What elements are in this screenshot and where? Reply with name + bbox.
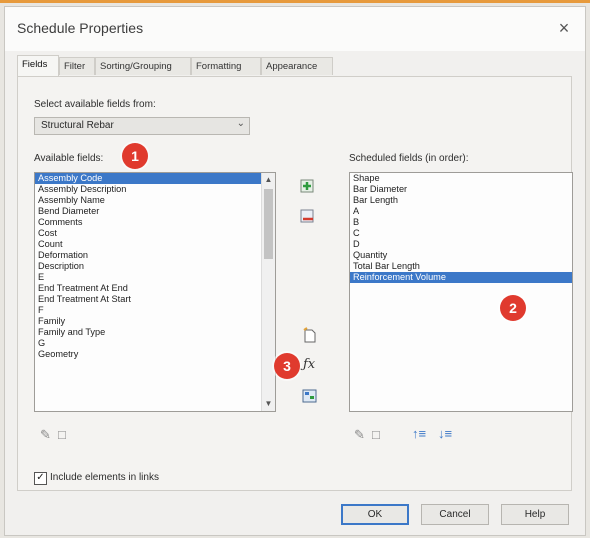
delete-scheduled-icon[interactable]: □ [372, 427, 380, 442]
tab-appearance[interactable]: Appearance [261, 57, 333, 75]
close-icon[interactable]: × [553, 17, 575, 39]
available-field-item[interactable]: End Treatment At End [35, 283, 275, 294]
tab-formatting[interactable]: Formatting [191, 57, 261, 75]
available-field-item[interactable]: G [35, 338, 275, 349]
edit-scheduled-icon[interactable]: ✎ [354, 427, 365, 443]
available-field-item[interactable]: End Treatment At Start [35, 294, 275, 305]
edit-parameter-icon[interactable]: ✎ [40, 427, 51, 443]
tab-fields[interactable]: Fields [17, 55, 59, 76]
scheduled-field-item[interactable]: A [350, 206, 572, 217]
dialog-title: Schedule Properties [17, 20, 144, 36]
available-field-item[interactable]: Assembly Description [35, 184, 275, 195]
scheduled-field-item[interactable]: Total Bar Length [350, 261, 572, 272]
callout-badge-2: 2 [500, 295, 526, 321]
available-field-item[interactable]: Cost [35, 228, 275, 239]
scheduled-field-item[interactable]: B [350, 217, 572, 228]
scroll-up-icon[interactable]: ▲ [262, 173, 275, 187]
scheduled-field-item[interactable]: D [350, 239, 572, 250]
available-fields-scrollbar[interactable]: ▲ ▼ [261, 173, 275, 411]
available-field-item[interactable]: Bend Diameter [35, 206, 275, 217]
remove-field-icon[interactable] [299, 207, 317, 225]
available-field-item[interactable]: Assembly Code [35, 173, 275, 184]
schedule-properties-dialog: Schedule Properties × Fields Filter Sort… [4, 6, 586, 536]
title-bar: Schedule Properties × [5, 7, 585, 51]
available-field-item[interactable]: E [35, 272, 275, 283]
available-field-item[interactable]: Family [35, 316, 275, 327]
tab-sorting-grouping[interactable]: Sorting/Grouping [95, 57, 191, 75]
available-field-item[interactable]: Deformation [35, 250, 275, 261]
select-fields-value: Structural Rebar [41, 120, 114, 131]
scheduled-fields-label: Scheduled fields (in order): [349, 153, 469, 164]
new-parameter-icon[interactable] [301, 327, 319, 345]
include-links-checkbox[interactable]: ✓ [34, 472, 47, 485]
cancel-button[interactable]: Cancel [421, 504, 489, 525]
fields-panel: Select available fields from: Structural… [17, 76, 573, 491]
available-field-item[interactable]: Geometry [35, 349, 275, 360]
chevron-down-icon: ⌄ [236, 118, 245, 129]
available-field-item[interactable]: Description [35, 261, 275, 272]
scheduled-field-item[interactable]: Shape [350, 173, 572, 184]
scheduled-field-item[interactable]: Bar Diameter [350, 184, 572, 195]
scheduled-field-item[interactable]: Bar Length [350, 195, 572, 206]
accent-line [0, 0, 590, 3]
callout-badge-3: 3 [274, 353, 300, 379]
available-field-item[interactable]: Count [35, 239, 275, 250]
available-field-item[interactable]: F [35, 305, 275, 316]
calculated-value-icon[interactable]: ƒx [303, 357, 321, 375]
callout-badge-1: 1 [122, 143, 148, 169]
combine-parameters-icon[interactable] [301, 387, 319, 405]
available-field-item[interactable]: Comments [35, 217, 275, 228]
scheduled-fields-items: Shape Bar Diameter Bar Length A B C D Quantity T… [350, 173, 572, 283]
available-field-item[interactable]: Assembly Name [35, 195, 275, 206]
scheduled-fields-list[interactable]: Shape Bar Diameter Bar Length A B C D Quantity T… [349, 172, 573, 412]
add-field-icon[interactable] [299, 177, 317, 195]
tab-filter[interactable]: Filter [59, 57, 95, 75]
scroll-thumb[interactable] [264, 189, 273, 259]
select-fields-label: Select available fields from: [34, 99, 156, 110]
scheduled-field-item[interactable]: Reinforcement Volume [350, 272, 572, 283]
available-field-item[interactable]: Family and Type [35, 327, 275, 338]
available-fields-label: Available fields: [34, 153, 104, 164]
move-up-icon[interactable]: ↑≡ [412, 426, 426, 441]
help-button[interactable]: Help [501, 504, 569, 525]
delete-parameter-icon[interactable]: □ [58, 427, 66, 442]
move-down-icon[interactable]: ↓≡ [438, 426, 452, 441]
select-fields-dropdown[interactable]: Structural Rebar ⌄ [34, 117, 250, 135]
scheduled-field-item[interactable]: C [350, 228, 572, 239]
available-fields-list[interactable]: Assembly Code Assembly Description Assembl… [34, 172, 276, 412]
scroll-down-icon[interactable]: ▼ [262, 397, 275, 411]
scheduled-field-item[interactable]: Quantity [350, 250, 572, 261]
include-links-label: Include elements in links [50, 472, 159, 483]
available-fields-items: Assembly Code Assembly Description Assembl… [35, 173, 275, 360]
ok-button[interactable]: OK [341, 504, 409, 525]
